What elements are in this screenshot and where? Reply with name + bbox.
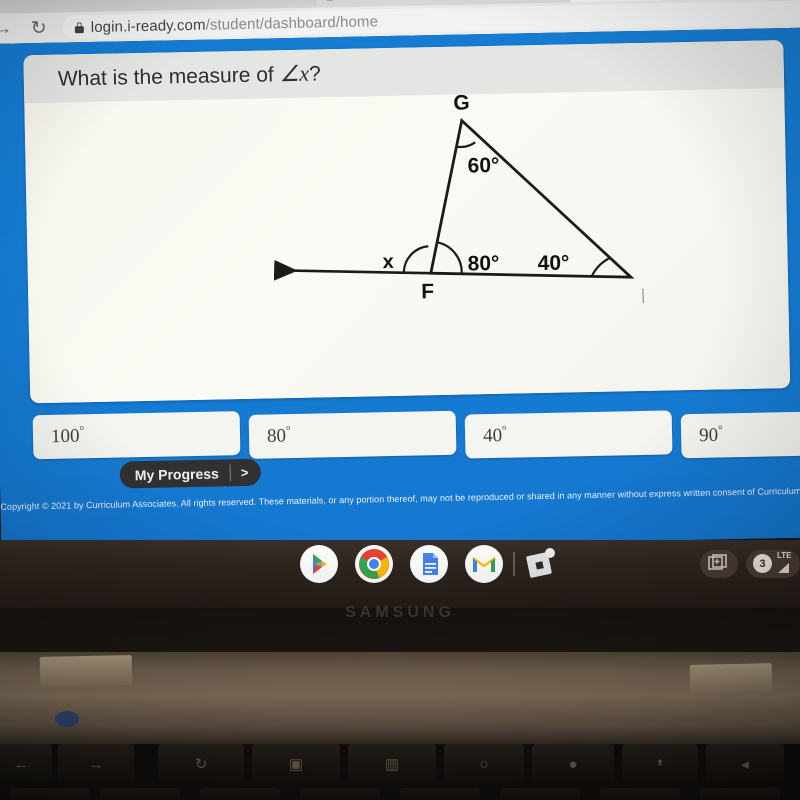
chromebook-screen: Hai Hai Hai × <box>0 0 800 554</box>
key-row2-f[interactable] <box>500 788 580 800</box>
signal-icon <box>778 563 789 573</box>
question-prefix: What is the measure of <box>57 63 280 91</box>
key-fullscreen[interactable]: ▣ <box>252 744 340 784</box>
key-row2-a[interactable] <box>10 788 90 800</box>
vertex-label-F: F <box>421 280 434 303</box>
play-store-icon[interactable] <box>300 545 338 583</box>
hinge-right <box>689 663 773 695</box>
hinge-left <box>39 655 133 687</box>
angle-label-x: x <box>382 251 394 273</box>
key-mute[interactable]: ᵜ <box>622 744 698 784</box>
angle-arc-F-exterior <box>402 245 429 272</box>
question-card: What is the measure of ∠ x? G F H 60° 80°… <box>23 40 791 404</box>
second-key-row <box>0 788 800 800</box>
key-row2-h[interactable] <box>700 788 780 800</box>
key-brightness-down[interactable]: ○ <box>444 744 524 784</box>
angle-arc-G <box>456 141 476 149</box>
key-brightness-up[interactable]: ● <box>532 744 614 784</box>
google-docs-icon[interactable] <box>410 545 448 583</box>
roblox-icon[interactable] <box>523 546 557 580</box>
answer-label: 100° <box>50 423 85 448</box>
key-volume-down[interactable]: ◂ <box>706 744 784 784</box>
answer-label: 40° <box>482 422 507 447</box>
answer-choice-2[interactable]: 80° <box>248 410 457 459</box>
key-overview[interactable]: ▥ <box>348 744 436 784</box>
brand-logo: SAMSUNG <box>345 604 455 621</box>
chromeos-shelf: 3 LTE <box>0 540 800 596</box>
copyright-text: Copyright © 2021 by Curriculum Associate… <box>0 485 800 512</box>
answer-choice-4[interactable]: 90° <box>680 410 800 459</box>
lock-icon <box>74 21 84 33</box>
angle-symbol: ∠ <box>279 60 300 87</box>
angle-label-60: 60° <box>467 154 499 178</box>
key-row2-g[interactable] <box>600 788 680 800</box>
key-row2-e[interactable] <box>400 788 480 800</box>
vertex-label-H: H <box>641 285 645 308</box>
answer-choice-1[interactable]: 100° <box>32 411 241 460</box>
google-circle-icon <box>323 0 337 2</box>
my-progress-button[interactable]: My Progress > <box>119 458 261 489</box>
angle-arc-H <box>590 256 612 277</box>
back-arrow-icon[interactable]: → <box>0 19 12 39</box>
answer-choices: 100° 80° 40° 90° <box>0 399 800 464</box>
deck-sticker <box>55 711 79 727</box>
vertex-label-G: G <box>453 91 470 114</box>
answer-choice-3[interactable]: 40° <box>464 410 673 459</box>
key-back[interactable]: ← <box>0 744 52 784</box>
key-row2-c[interactable] <box>200 788 280 800</box>
key-reload[interactable]: ↻ <box>158 744 244 784</box>
key-row2-b[interactable] <box>100 788 180 800</box>
chrome-icon[interactable] <box>355 545 393 583</box>
angle-arc-F-interior <box>435 241 463 273</box>
key-forward[interactable]: → <box>58 744 134 784</box>
question-suffix: ? <box>308 62 321 86</box>
angle-label-40: 40° <box>537 251 569 275</box>
notification-badge: 3 <box>753 554 772 573</box>
exterior-ray <box>273 259 431 281</box>
shelf-divider <box>513 552 515 576</box>
iready-page: What is the measure of ∠ x? G F H 60° 80°… <box>0 27 800 554</box>
status-tray[interactable]: 3 LTE <box>746 550 800 578</box>
my-progress-label: My Progress <box>134 465 219 483</box>
answer-label: 80° <box>266 423 291 447</box>
angle-label-80: 80° <box>467 252 499 276</box>
network-label: LTE <box>777 551 792 560</box>
key-row2-d[interactable] <box>300 788 380 800</box>
question-text: What is the measure of ∠x? <box>58 60 321 91</box>
reload-icon[interactable]: ↻ <box>31 17 47 40</box>
gmail-icon[interactable] <box>465 545 503 583</box>
url-path: /student/dashboard/home <box>205 12 379 34</box>
question-body: G F H 60° 80° 40° x <box>24 88 791 404</box>
function-key-row: ← → ↻ ▣ ▥ ○ ● ᵜ ◂ <box>0 744 800 790</box>
url-host: login.i-ready.com <box>90 16 206 36</box>
chevron-right-icon: > <box>240 464 249 481</box>
geometry-diagram: G F H 60° 80° 40° x <box>273 91 645 308</box>
url-text: login.i-ready.com/student/dashboard/home <box>91 13 379 36</box>
photo-of-chromebook: Hai Hai Hai × <box>0 0 800 800</box>
window-overview-button[interactable] <box>700 550 738 578</box>
answer-label: 90° <box>698 422 723 447</box>
